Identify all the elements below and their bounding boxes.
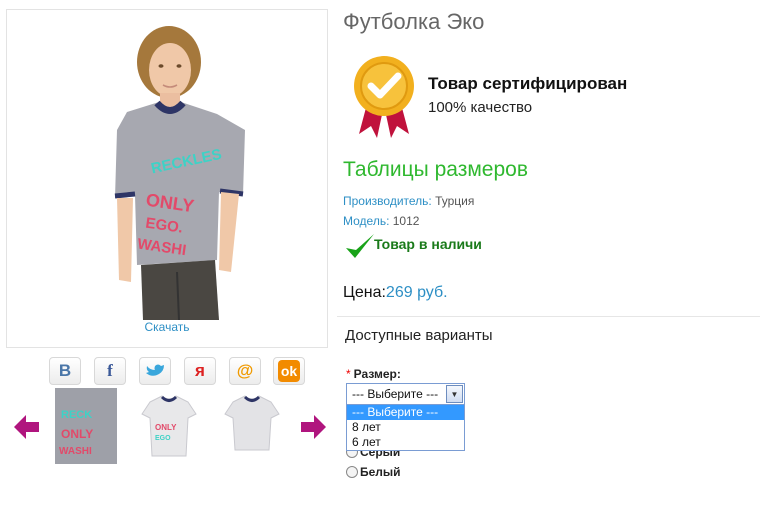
moikrug-icon[interactable]: я xyxy=(184,357,216,385)
svg-text:ONLY: ONLY xyxy=(61,427,93,441)
size-label-text: Размер: xyxy=(353,367,401,381)
next-arrow-icon[interactable] xyxy=(300,415,326,439)
download-link[interactable]: Скачать xyxy=(7,320,327,334)
prev-arrow-icon[interactable] xyxy=(14,415,40,439)
size-option[interactable]: 6 лет xyxy=(347,435,464,450)
color-option-label: Белый xyxy=(360,465,401,479)
facebook-icon[interactable]: f xyxy=(94,357,126,385)
thumbnail-image: ONLY EGO xyxy=(141,395,197,457)
vk-icon[interactable]: B xyxy=(49,357,81,385)
thumbnail-image xyxy=(224,395,280,451)
svg-text:WASHI: WASHI xyxy=(59,446,92,457)
radio-button[interactable] xyxy=(346,466,358,478)
certified-badge-icon xyxy=(354,56,414,138)
size-label: * Размер: xyxy=(346,367,401,381)
thumbnail-image: RECK ONLY WASHI xyxy=(55,388,117,464)
thumbnail-1[interactable]: RECK ONLY WASHI xyxy=(55,388,117,464)
twitter-bird-glyph xyxy=(146,364,164,376)
size-select[interactable]: --- Выберите --- ▼ xyxy=(346,383,465,405)
thumbnail-2[interactable]: ONLY EGO xyxy=(138,388,200,464)
stock-status: Товар в наличи xyxy=(374,236,482,252)
in-stock-check-icon xyxy=(346,234,374,258)
svg-text:ONLY: ONLY xyxy=(155,423,177,432)
model-row: Модель: 1012 xyxy=(343,214,419,228)
main-product-image[interactable]: RECKLES ONLY EGO. WASHI Скачать xyxy=(6,9,328,348)
certified-subtitle: 100% качество xyxy=(428,99,533,116)
certified-title: Товар сертифицирован xyxy=(428,74,628,93)
odnoklassniki-icon[interactable]: ok xyxy=(273,357,305,385)
mailru-icon[interactable]: @ xyxy=(229,357,261,385)
twitter-icon[interactable] xyxy=(139,357,171,385)
price-row: Цена:269 руб. xyxy=(343,284,448,302)
size-select-value: --- Выберите --- xyxy=(352,387,439,401)
manufacturer-label[interactable]: Производитель: xyxy=(343,194,432,208)
tshirt-boy-photo: RECKLES ONLY EGO. WASHI xyxy=(114,26,245,320)
required-mark: * xyxy=(346,367,351,381)
price-value: 269 руб. xyxy=(385,284,448,301)
size-dropdown-list: --- Выберите --- 8 лет 6 лет xyxy=(346,404,465,451)
size-option[interactable]: 8 лет xyxy=(347,420,464,435)
thumbnail-3[interactable] xyxy=(221,388,283,464)
product-title: Футболка Эко xyxy=(343,9,485,34)
price-label: Цена: xyxy=(343,284,386,301)
svg-text:EGO: EGO xyxy=(155,435,171,442)
options-divider xyxy=(337,316,760,317)
size-table-link[interactable]: Таблицы размеров xyxy=(343,158,528,182)
options-heading: Доступные варианты xyxy=(345,327,493,344)
size-option[interactable]: --- Выберите --- xyxy=(347,405,464,420)
svg-text:RECK: RECK xyxy=(61,409,92,421)
chevron-down-icon[interactable]: ▼ xyxy=(446,385,463,403)
model-label: Модель: xyxy=(343,214,390,228)
color-option-white[interactable]: Белый xyxy=(346,465,401,479)
model-value: 1012 xyxy=(392,214,420,228)
manufacturer-value: Турция xyxy=(435,194,475,208)
manufacturer-row: Производитель: Турция xyxy=(343,194,474,208)
